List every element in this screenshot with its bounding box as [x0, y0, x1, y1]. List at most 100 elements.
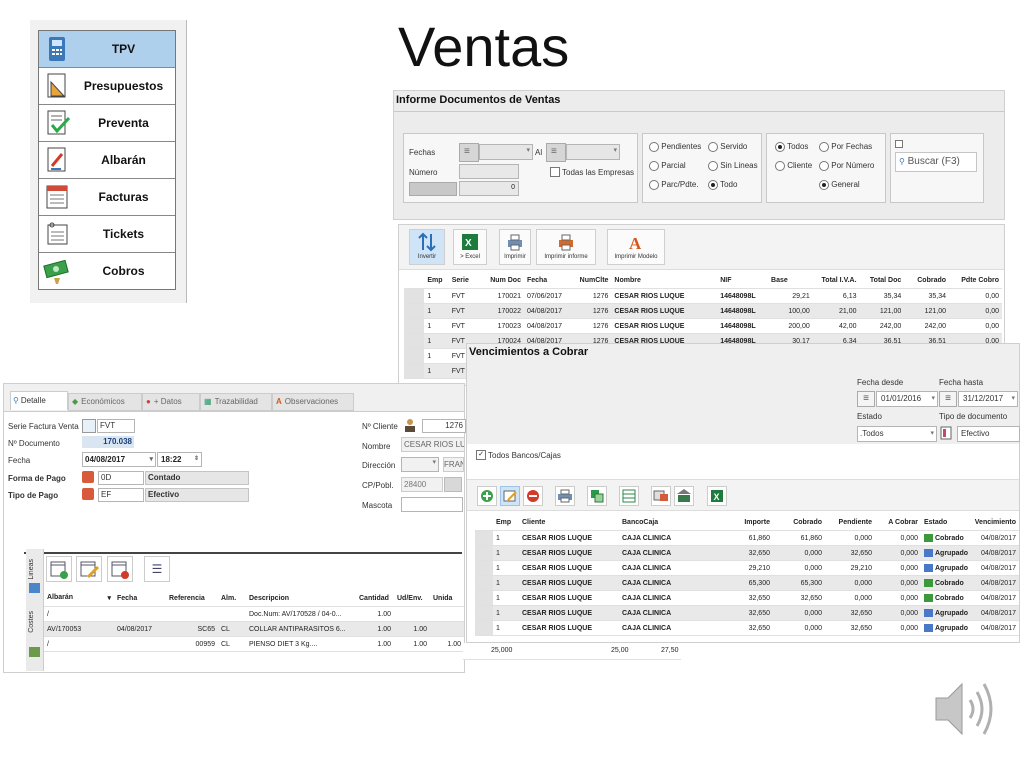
sidebar-item-tickets[interactable]: Tickets	[39, 216, 175, 253]
sidebar-item-cobros[interactable]: Cobros	[39, 253, 175, 289]
radio-por-numero[interactable]: Por Número	[819, 161, 874, 171]
row-selector[interactable]	[475, 560, 493, 576]
radio-button[interactable]	[775, 161, 785, 171]
radio-button[interactable]	[649, 180, 659, 190]
tab-economicos[interactable]: ◆ Económicos	[68, 393, 142, 411]
excel-button[interactable]: X > Excel	[453, 229, 487, 265]
table-row[interactable]: 1 CESAR RIOS LUQUE CAJA CLINICA 32,650 0,000…	[475, 545, 1019, 561]
column-header[interactable]: Cobrado	[904, 272, 950, 289]
column-header[interactable]: NumClte	[570, 272, 612, 289]
table-row[interactable]: 1 FVT 170022 04/08/2017 1276 CESAR RIOS LUQUE…	[404, 303, 1002, 319]
row-selector[interactable]	[475, 590, 493, 606]
chevron-down-icon[interactable]: ▾	[107, 594, 111, 602]
transfer-button[interactable]	[651, 486, 671, 506]
fecha-hasta-input[interactable]: ▾	[566, 144, 620, 160]
row-selector[interactable]	[404, 288, 425, 304]
fecha-desde-input[interactable]: ▾	[479, 144, 533, 160]
table-row[interactable]: 1 CESAR RIOS LUQUE CAJA CLINICA 32,650 0,000…	[475, 620, 1019, 636]
add-line-button[interactable]	[46, 556, 72, 582]
imprimir-informe-button[interactable]: Imprimir informe	[536, 229, 596, 265]
column-header[interactable]: Fecha	[114, 590, 166, 607]
radio-parcial[interactable]: Parcial	[649, 161, 686, 171]
column-header[interactable]: Emp	[424, 272, 449, 289]
add-button[interactable]	[477, 486, 497, 506]
column-header[interactable]: Serie	[448, 272, 480, 289]
tab-lineas[interactable]: Lineas	[28, 559, 35, 580]
radio-button[interactable]	[819, 161, 829, 171]
column-header[interactable]: Fecha	[523, 272, 571, 289]
column-header[interactable]: Unida	[430, 590, 464, 607]
tipo-doc-icon[interactable]	[939, 426, 953, 440]
table-row[interactable]: 1 FVT 170023 04/08/2017 1276 CESAR RIOS LUQUE…	[404, 318, 1002, 334]
mascota-input[interactable]	[401, 497, 463, 512]
fecha-hasta-menu-button[interactable]: ≡	[939, 391, 957, 407]
column-header[interactable]: BancoCaja	[619, 514, 715, 531]
radio-general[interactable]: General	[819, 180, 860, 190]
table-row[interactable]: 1 CESAR RIOS LUQUE CAJA CLINICA 65,300 65,30…	[475, 575, 1019, 591]
speaker-icon[interactable]	[930, 676, 1000, 742]
edit-line-button[interactable]	[76, 556, 102, 582]
radio-button[interactable]	[708, 180, 718, 190]
sidebar-item-tpv[interactable]: TPV	[39, 31, 175, 68]
client-lookup-icon[interactable]	[402, 418, 418, 432]
group-button[interactable]	[587, 486, 607, 506]
row-selector[interactable]	[404, 348, 425, 364]
row-selector[interactable]	[475, 530, 493, 546]
fecha-input[interactable]: 04/08/2017 ▾	[82, 452, 156, 467]
tab-costes[interactable]: Costes	[28, 611, 35, 633]
table-row[interactable]: 1 FVT 170021 07/06/2017 1276 CESAR RIOS LUQUE…	[404, 288, 1002, 304]
column-header[interactable]: Pendiente	[825, 514, 875, 531]
sidebar-item-presupuestos[interactable]: Presupuestos	[39, 68, 175, 105]
search-button[interactable]: ⚲ Buscar (F3)	[895, 152, 977, 172]
tab-mas-datos[interactable]: ● + Datos	[142, 393, 200, 411]
serie-input[interactable]: FVT	[97, 419, 135, 433]
row-selector[interactable]	[475, 605, 493, 621]
fecha-desde-input[interactable]: 01/01/2016 ▾	[876, 391, 938, 407]
cp-input[interactable]: 28400	[401, 477, 443, 492]
column-header[interactable]: Importe	[715, 514, 773, 531]
column-header[interactable]: Ud/Env.	[394, 590, 430, 607]
column-header[interactable]: Emp	[493, 514, 519, 531]
row-selector[interactable]	[475, 575, 493, 591]
hora-input[interactable]: 18:22 ⇕	[157, 452, 202, 467]
column-header[interactable]: Num Doc	[479, 272, 524, 289]
radio-servido[interactable]: Servido	[708, 142, 747, 152]
row-selector[interactable]	[404, 303, 425, 319]
table-row[interactable]: 1 CESAR RIOS LUQUE CAJA CLINICA 61,860 61,86…	[475, 530, 1019, 546]
numero-hasta-input[interactable]: 0	[459, 181, 519, 196]
invertir-button[interactable]: Invertir	[409, 229, 445, 265]
column-header[interactable]: Estado	[921, 514, 969, 531]
column-header[interactable]: Cliente	[519, 514, 619, 531]
radio-button[interactable]	[775, 142, 785, 152]
column-header[interactable]: Alm.	[218, 590, 246, 607]
radio-parc-pdte[interactable]: Parc/Pdte.	[649, 180, 699, 190]
radio-button[interactable]	[649, 142, 659, 152]
cp-lookup-button[interactable]	[444, 477, 462, 492]
fecha-hasta-calendar-button[interactable]: ≡	[546, 143, 566, 162]
radio-pendientes[interactable]: Pendientes	[649, 142, 701, 152]
tab-observaciones[interactable]: A Observaciones	[272, 393, 354, 411]
tipo-doc-select[interactable]: Efectivo	[957, 426, 1020, 442]
sidebar-item-albaran[interactable]: Albarán	[39, 142, 175, 179]
row-selector[interactable]	[475, 620, 493, 636]
numero-input[interactable]	[459, 164, 519, 179]
fecha-hasta-input[interactable]: 31/12/2017 ▾	[958, 391, 1018, 407]
table-row[interactable]: 1 CESAR RIOS LUQUE CAJA CLINICA 32,650 0,000…	[475, 605, 1019, 621]
column-header[interactable]: Pdte Cobro	[949, 272, 1002, 289]
row-selector[interactable]	[475, 545, 493, 561]
delete-button[interactable]	[523, 486, 543, 506]
column-header[interactable]: Total I.V.A.	[812, 272, 860, 289]
table-row[interactable]: 1 CESAR RIOS LUQUE CAJA CLINICA 32,650 32,65…	[475, 590, 1019, 606]
payment-type-lookup-icon[interactable]	[82, 488, 94, 500]
column-header[interactable]: Base	[768, 272, 813, 289]
radio-todo[interactable]: Todo	[708, 180, 737, 190]
row-selector[interactable]	[404, 363, 425, 379]
column-header[interactable]: Descripcion	[246, 590, 356, 607]
column-header[interactable]: NIF	[717, 272, 769, 289]
delete-line-button[interactable]	[107, 556, 133, 582]
column-header[interactable]: Cantidad	[356, 590, 394, 607]
column-header[interactable]: Referencia	[166, 590, 218, 607]
nombre-input[interactable]: CESAR RIOS LUQU	[401, 437, 465, 452]
todos-bancos-checkbox[interactable]: ✓	[476, 450, 486, 460]
ncliente-input[interactable]: 1276	[422, 419, 466, 433]
